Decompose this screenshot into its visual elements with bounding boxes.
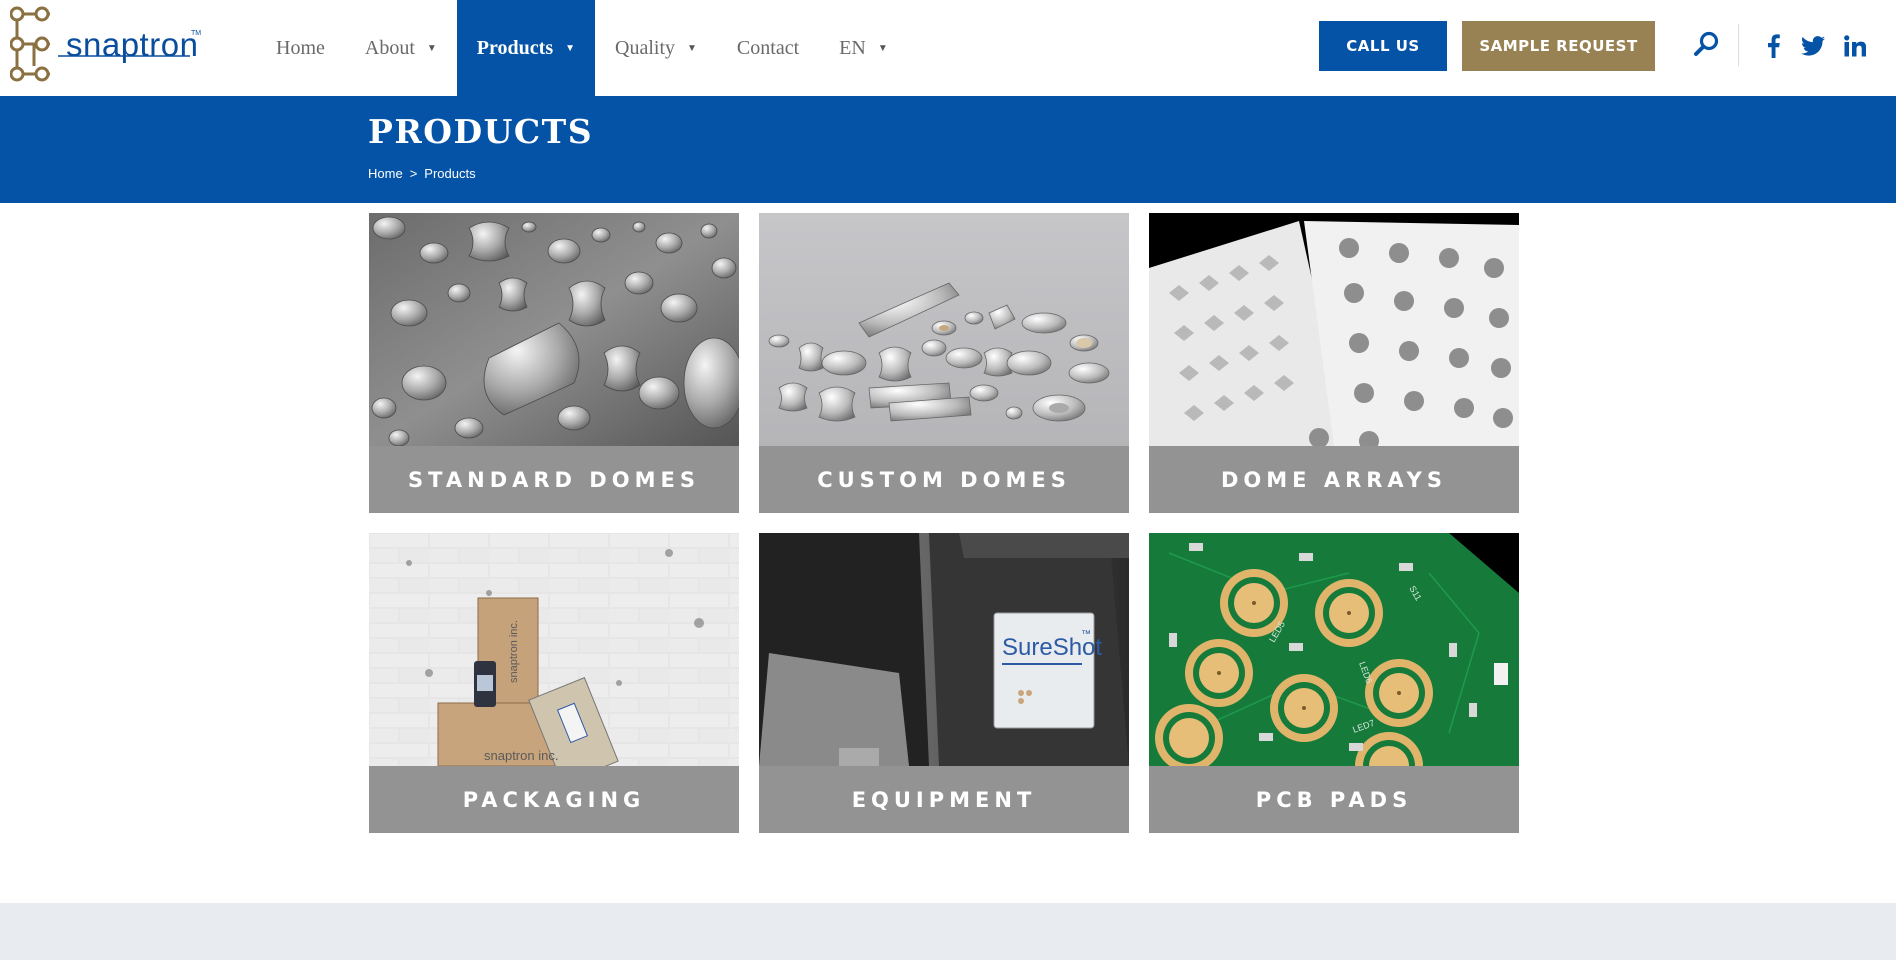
nav-item-label: Products (476, 36, 554, 59)
nav-item-label: EN (839, 36, 866, 59)
caret-down-icon: ▼ (426, 42, 437, 54)
caret-down-icon: ▼ (687, 42, 697, 54)
box-label: snaptron inc. (484, 748, 558, 763)
nav-item-contact[interactable]: Contact (717, 0, 819, 96)
product-tile-label: CUSTOM DOMES (759, 446, 1129, 513)
custom-domes-image (759, 213, 1129, 446)
logo-trademark: TM (191, 30, 202, 37)
box-label: snaptron inc. (508, 620, 520, 683)
product-tile-label: DOME ARRAYS (1149, 446, 1519, 513)
dome-arrays-image (1149, 213, 1519, 446)
breadcrumb-home-link[interactable]: Home (368, 166, 403, 181)
product-tile-pcb-pads[interactable]: LED5 LED6 LED7 S11 PCB PADS (1149, 533, 1519, 833)
product-tile-dome-arrays[interactable]: DOME ARRAYS (1149, 213, 1519, 513)
breadcrumb-separator: > (409, 166, 418, 181)
page-title: PRODUCTS (368, 112, 594, 151)
nav-item-about[interactable]: About ▼ (345, 0, 457, 96)
snaptron-logo[interactable]: snaptron TM (9, 6, 202, 86)
facebook-icon[interactable] (1759, 32, 1787, 60)
nav-item-label: Home (276, 36, 325, 59)
nav-item-language[interactable]: EN ▼ (819, 0, 908, 96)
sample-request-button[interactable]: SAMPLE REQUEST (1462, 21, 1655, 71)
footer-band (0, 903, 1896, 960)
nav-item-products[interactable]: Products ▼ (456, 0, 596, 96)
product-tile-label: STANDARD DOMES (369, 446, 739, 513)
header-divider (1738, 24, 1739, 66)
nav-item-home[interactable]: Home (256, 0, 345, 96)
caret-down-icon: ▼ (565, 42, 576, 54)
site-header: snaptron TM Home About ▼ Products ▼ Qual… (0, 0, 1896, 96)
nav-item-quality[interactable]: Quality ▼ (595, 0, 717, 96)
page-banner: PRODUCTS Home > Products (0, 96, 1896, 203)
product-tile-equipment[interactable]: SureShot ™ EQUIPMENT (759, 533, 1129, 833)
standard-domes-image (369, 213, 739, 446)
logo-wordmark: snaptron (66, 26, 199, 63)
product-tile-custom-domes[interactable]: CUSTOM DOMES (759, 213, 1129, 513)
linkedin-icon[interactable] (1841, 32, 1869, 60)
product-tile-packaging[interactable]: snaptron inc. snaptron inc. PACKAGING (369, 533, 739, 833)
nav-item-label: Contact (736, 36, 800, 59)
sureshot-trademark: ™ (1081, 629, 1091, 640)
product-tile-label: PCB PADS (1149, 766, 1519, 833)
product-tile-label: PACKAGING (369, 766, 739, 833)
product-tile-standard-domes[interactable]: STANDARD DOMES (369, 213, 739, 513)
packaging-image: snaptron inc. snaptron inc. (369, 533, 739, 766)
pcb-pads-image: LED5 LED6 LED7 S11 (1149, 533, 1519, 766)
breadcrumb: Home > Products (368, 166, 476, 181)
call-us-button[interactable]: CALL US (1319, 21, 1447, 71)
caret-down-icon: ▼ (877, 42, 888, 54)
search-icon[interactable] (1692, 30, 1722, 60)
main-nav: Home About ▼ Products ▼ Quality ▼ Contac… (256, 0, 908, 96)
breadcrumb-current: Products (424, 166, 476, 181)
nav-item-label: About (364, 36, 415, 59)
product-tile-label: EQUIPMENT (759, 766, 1129, 833)
twitter-icon[interactable] (1799, 32, 1827, 60)
nav-item-label: Quality (615, 36, 676, 59)
equipment-image: SureShot ™ (759, 533, 1129, 766)
